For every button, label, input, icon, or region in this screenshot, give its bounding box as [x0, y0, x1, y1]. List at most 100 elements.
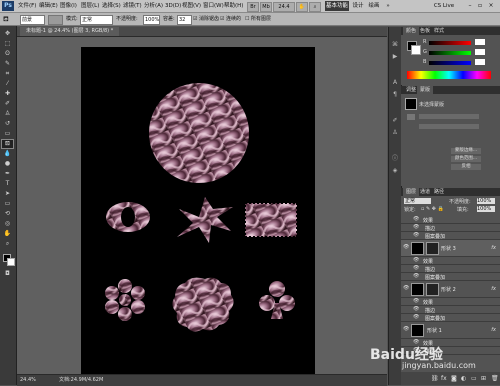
menu-select[interactable]: 选择(S)	[102, 1, 121, 11]
color-range-button[interactable]: 颜色范围...	[451, 156, 481, 162]
fx-icon[interactable]: fx	[491, 327, 496, 333]
stroke-effect-row[interactable]: 👁 描边	[401, 265, 500, 273]
blue-slider[interactable]	[429, 61, 471, 65]
eye-icon[interactable]: 👁	[413, 225, 419, 230]
menu-layer[interactable]: 图层(L)	[81, 1, 99, 11]
workspace-painting[interactable]: 绘画	[367, 1, 381, 11]
move-tool-icon[interactable]: ✥	[2, 30, 13, 38]
eye-icon[interactable]: 👁	[413, 315, 419, 320]
tab-paths[interactable]: 路径	[431, 188, 447, 196]
effects-row[interactable]: 👁 效果	[401, 216, 500, 224]
minibridge-button[interactable]: Mb	[260, 2, 272, 12]
pen-tool-icon[interactable]: ✒	[2, 170, 13, 178]
feather-slider[interactable]	[419, 124, 479, 129]
lock-icons[interactable]: ▫ ✎ ✥ 🔒	[421, 206, 444, 212]
ring-shape[interactable]	[106, 202, 150, 232]
pattern-overlay-effect-row[interactable]: 👁 图案叠加	[401, 273, 500, 281]
menu-filter[interactable]: 滤镜(T)	[123, 1, 142, 11]
shape-tool-icon[interactable]: ▭	[2, 200, 13, 208]
delete-layer-icon[interactable]: 🗑	[491, 375, 499, 382]
eye-icon[interactable]: 👁	[413, 299, 419, 304]
mask-edge-button[interactable]: 蒙版边缘...	[451, 148, 481, 154]
restore-icon[interactable]: ▫	[476, 2, 484, 10]
history-brush-tool-icon[interactable]: ↺	[2, 120, 13, 128]
marquee-tool-icon[interactable]: ⬚	[2, 40, 13, 48]
green-slider[interactable]	[429, 51, 471, 55]
fill-input[interactable]: 100%	[477, 206, 495, 212]
tab-styles[interactable]: 样式	[431, 27, 447, 35]
info-panel-icon[interactable]: ⓘ	[391, 155, 399, 163]
menu-3d[interactable]: 3D(D)	[165, 1, 181, 11]
eye-icon[interactable]: 👁	[413, 217, 419, 222]
pattern-overlay-effect-row[interactable]: 👁 图案叠加	[401, 232, 500, 240]
tolerance-input[interactable]: 32	[177, 15, 192, 25]
flower-shape[interactable]	[105, 279, 145, 321]
eye-icon[interactable]: 👁	[413, 274, 419, 279]
zoom-tool-button[interactable]: ⌕	[309, 2, 321, 12]
menu-file[interactable]: 文件(F)	[18, 1, 36, 11]
menu-image[interactable]: 图像(I)	[60, 1, 77, 11]
character-panel-icon[interactable]: A	[391, 79, 399, 87]
bridge-button[interactable]: Br	[247, 2, 259, 12]
3d-orbit-tool-icon[interactable]: ◎	[2, 220, 13, 228]
effects-row[interactable]: 👁 效果	[401, 298, 500, 306]
paragraph-panel-icon[interactable]: ¶	[391, 91, 399, 99]
layer-opacity-input[interactable]: 100%	[477, 198, 495, 204]
add-style-icon[interactable]: fx	[441, 375, 447, 382]
eye-icon[interactable]: 👁	[413, 266, 419, 271]
cs-live-button[interactable]: CS Live	[431, 1, 457, 11]
green-value-input[interactable]	[475, 49, 485, 55]
menu-view[interactable]: 视图(V)	[182, 1, 201, 11]
red-value-input[interactable]	[475, 39, 485, 45]
menu-edit[interactable]: 编辑(E)	[39, 1, 58, 11]
workspace-design[interactable]: 设计	[351, 1, 365, 11]
minimize-icon[interactable]: –	[466, 2, 474, 10]
new-group-icon[interactable]: ▭	[471, 375, 477, 382]
blue-value-input[interactable]	[475, 59, 485, 65]
eye-icon[interactable]: 👁	[403, 286, 409, 291]
pixel-mask-button[interactable]	[407, 114, 415, 120]
path-select-tool-icon[interactable]: ➤	[2, 190, 13, 198]
stamp-shape[interactable]	[244, 202, 298, 238]
menu-analysis[interactable]: 分析(A)	[144, 1, 163, 11]
color-spectrum-bar[interactable]	[407, 71, 491, 79]
stroke-effect-row[interactable]: 👁 描边	[401, 224, 500, 232]
close-icon[interactable]: ×	[487, 2, 495, 10]
opacity-input[interactable]: 100%	[143, 15, 160, 25]
red-slider[interactable]	[429, 41, 471, 45]
stroke-effect-row[interactable]: 👁 描边	[401, 306, 500, 314]
layer-row[interactable]: 👁 形状 3 fx	[401, 240, 500, 257]
eye-icon[interactable]: 👁	[403, 327, 409, 332]
lasso-tool-icon[interactable]: ʘ	[2, 50, 13, 58]
clone-source-icon[interactable]: ♙	[391, 129, 399, 137]
history-panel-icon[interactable]: ⌘	[391, 41, 399, 49]
density-slider[interactable]	[419, 114, 479, 119]
type-tool-icon[interactable]: T	[2, 180, 13, 188]
eye-icon[interactable]: 👁	[413, 233, 419, 238]
link-layers-icon[interactable]: ⛓	[431, 375, 439, 382]
effects-row[interactable]: 👁 效果	[401, 257, 500, 265]
pattern-picker[interactable]	[48, 15, 63, 25]
paint-bucket-tool-icon[interactable]: ⛾	[1, 139, 14, 149]
paint-bucket-icon[interactable]: ⛾	[3, 14, 13, 24]
eye-icon[interactable]: 👁	[403, 245, 409, 250]
all-layers-checkbox[interactable]: ☐	[245, 14, 249, 24]
leaf-flower-shape[interactable]	[177, 197, 233, 243]
layer-row[interactable]: 👁 形状 1 fx	[401, 322, 500, 339]
quick-mask-icon[interactable]: ◘	[2, 270, 13, 278]
background-color-swatch[interactable]	[7, 258, 15, 266]
crop-tool-icon[interactable]: ⌗	[2, 70, 13, 78]
adjustment-layer-icon[interactable]: ◐	[461, 375, 466, 382]
brush-panel-icon[interactable]: ✐	[391, 117, 399, 125]
actions-panel-icon[interactable]: ▶	[391, 53, 399, 61]
fill-source-select[interactable]: 前景	[20, 15, 45, 25]
workspace-more-icon[interactable]: »	[384, 1, 392, 11]
brush-tool-icon[interactable]: ✐	[2, 100, 13, 108]
navigator-panel-icon[interactable]: ◈	[391, 167, 399, 175]
mode-select[interactable]: 正常	[80, 15, 113, 25]
add-mask-icon[interactable]: ◙	[451, 375, 457, 382]
fx-icon[interactable]: fx	[491, 286, 496, 292]
menu-help[interactable]: 帮助(H)	[224, 1, 243, 11]
blur-tool-icon[interactable]: 💧	[2, 150, 13, 158]
zoom-status[interactable]: 24.4%	[20, 376, 36, 385]
